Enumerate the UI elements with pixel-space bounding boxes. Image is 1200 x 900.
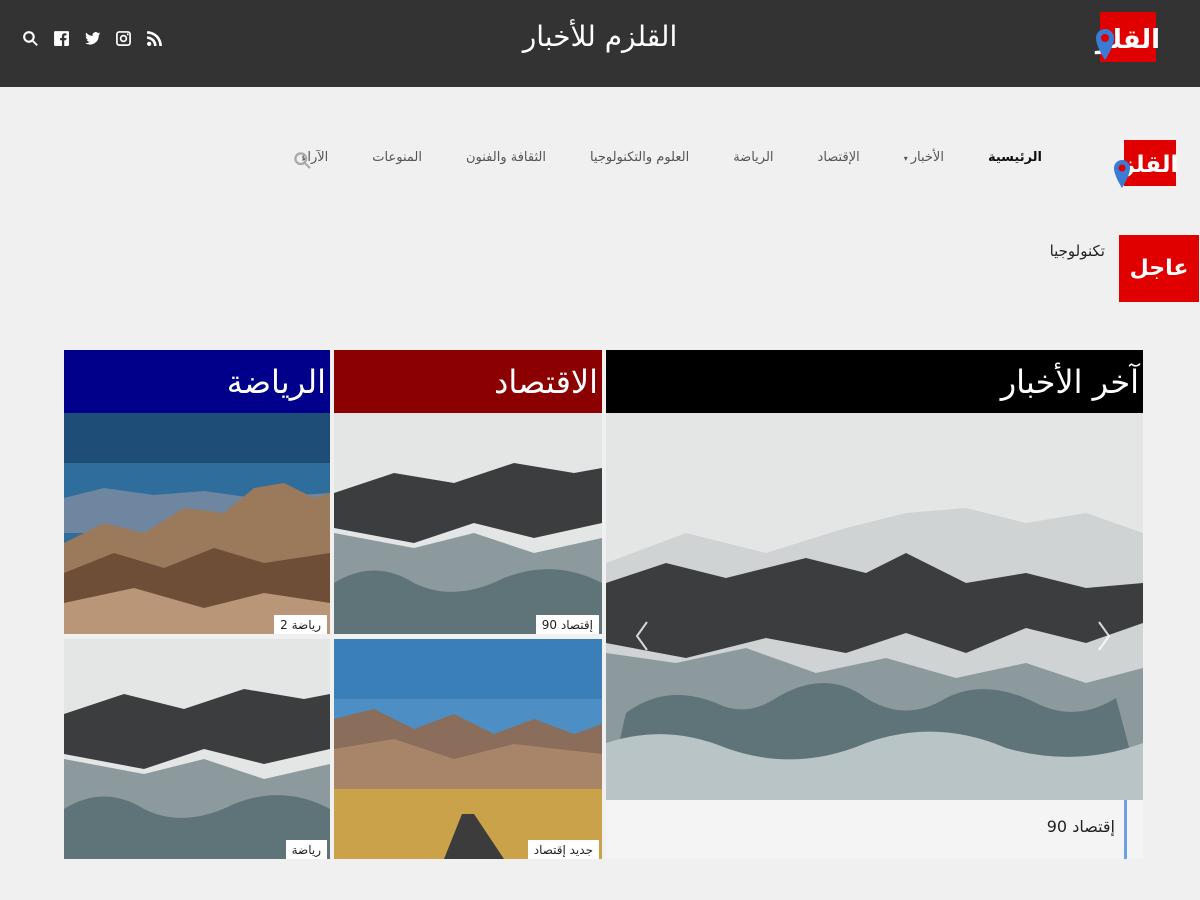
economy-header[interactable]: الاقتصاد [334, 350, 602, 413]
nav-item-misc[interactable]: المنوعات [372, 150, 422, 165]
glacier-image [334, 413, 602, 634]
economy-tile-1[interactable]: إقتصاد 90 [334, 413, 602, 634]
caret-down-icon: ▾ [903, 154, 908, 163]
facebook-icon[interactable] [53, 30, 70, 47]
economy-tile-2[interactable]: جديد إقتصاد [334, 639, 602, 859]
tile-tag[interactable]: إقتصاد 90 [535, 615, 599, 634]
nav-item-science-tech[interactable]: العلوم والتكنولوجيا [590, 150, 689, 165]
site-title: القلزم للأخبار [522, 20, 678, 53]
slider-caption[interactable]: إقتصاد 90 [606, 800, 1143, 859]
desert-road-image [334, 639, 602, 859]
nav-item-home[interactable]: الرئيسية [988, 150, 1042, 165]
tile-tag[interactable]: رياضة 2 [274, 615, 327, 634]
slider-caption-text[interactable]: إقتصاد 90 [1047, 817, 1115, 836]
social-links [22, 30, 163, 47]
latest-news-slide[interactable] [606, 413, 1143, 800]
sports-header[interactable]: الرياضة [64, 350, 330, 413]
nav-search-icon[interactable] [292, 151, 312, 171]
badlands-image [64, 413, 330, 634]
tile-tag[interactable]: رياضة [285, 840, 327, 859]
breaking-badge: عاجل [1119, 235, 1199, 302]
nav-logo[interactable]: القلز [1112, 138, 1178, 190]
nav-item-culture-arts[interactable]: الثقافة والفنون [466, 150, 546, 165]
search-icon[interactable] [22, 30, 39, 47]
slider-prev-arrow[interactable] [634, 620, 650, 652]
instagram-icon[interactable] [115, 30, 132, 47]
nav-menu: الرئيسية الأخبار▾ الإقتصاد الرياضة العلو… [257, 150, 1042, 165]
latest-news-header[interactable]: آخر الأخبار [606, 350, 1143, 413]
twitter-icon[interactable] [84, 30, 101, 47]
slider-next-arrow[interactable] [1096, 620, 1112, 652]
nav-item-economy[interactable]: الإقتصاد [818, 150, 860, 165]
top-bar: القلز القلزم للأخبار [0, 0, 1200, 87]
nav-item-news[interactable]: الأخبار▾ [904, 150, 944, 165]
nav-item-sports[interactable]: الرياضة [733, 150, 773, 165]
rss-icon[interactable] [146, 30, 163, 47]
sports-tile-1[interactable]: رياضة 2 [64, 413, 330, 634]
breaking-ticker-text[interactable]: تكنولوجيا [1050, 242, 1105, 260]
tile-tag[interactable]: جديد إقتصاد [527, 840, 599, 859]
caption-accent-bar [1124, 800, 1127, 859]
glacier-image [64, 639, 330, 859]
sports-tile-2[interactable]: رياضة [64, 639, 330, 859]
glacier-image [606, 413, 1143, 800]
main-nav: القلز الرئيسية الأخبار▾ الإقتصاد الرياضة… [0, 130, 1200, 190]
